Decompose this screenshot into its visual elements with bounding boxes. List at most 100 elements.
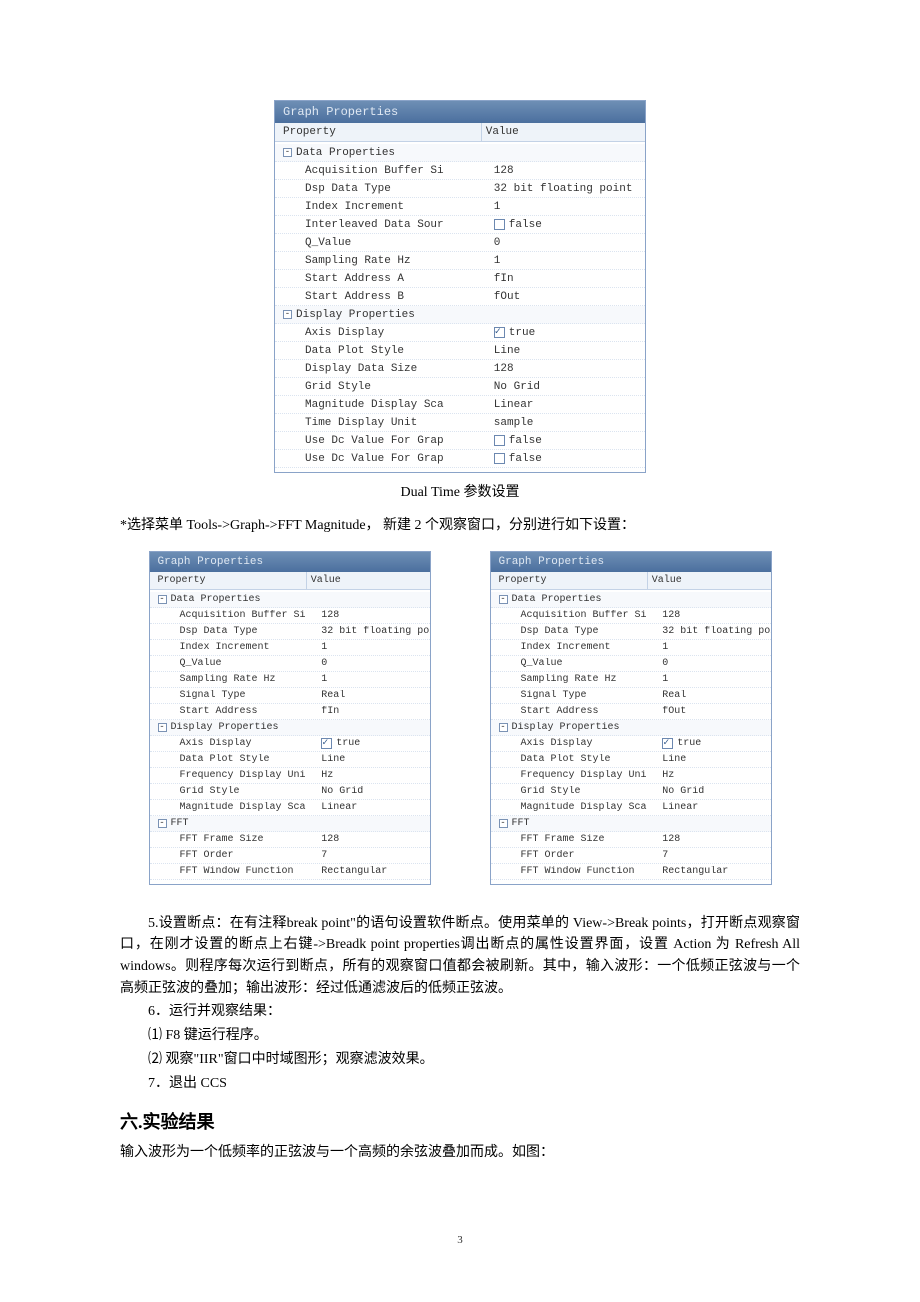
property-value[interactable]: true bbox=[490, 327, 645, 339]
property-row[interactable]: FFT Window FunctionRectangular bbox=[491, 864, 771, 880]
collapse-icon[interactable]: - bbox=[158, 595, 167, 604]
property-value[interactable]: Rectangular bbox=[658, 866, 770, 877]
property-group[interactable]: - FFT bbox=[150, 816, 430, 832]
property-row[interactable]: Axis Display true bbox=[275, 324, 645, 342]
checkbox[interactable] bbox=[494, 453, 505, 464]
property-value[interactable]: Linear bbox=[317, 802, 429, 813]
property-row[interactable]: FFT Frame Size128 bbox=[150, 832, 430, 848]
property-row[interactable]: Signal TypeReal bbox=[491, 688, 771, 704]
property-value[interactable]: Rectangular bbox=[317, 866, 429, 877]
property-row[interactable]: FFT Order7 bbox=[150, 848, 430, 864]
property-row[interactable]: Use Dc Value For Grap false bbox=[275, 450, 645, 468]
collapse-icon[interactable]: - bbox=[158, 819, 167, 828]
collapse-icon[interactable]: - bbox=[499, 819, 508, 828]
checkbox[interactable] bbox=[494, 219, 505, 230]
property-row[interactable]: Magnitude Display ScaLinear bbox=[150, 800, 430, 816]
property-value[interactable]: No Grid bbox=[317, 786, 429, 797]
checkbox[interactable] bbox=[662, 738, 673, 749]
property-value[interactable]: Real bbox=[658, 690, 770, 701]
property-row[interactable]: Sampling Rate Hz1 bbox=[491, 672, 771, 688]
property-row[interactable]: Frequency Display UniHz bbox=[491, 768, 771, 784]
property-row[interactable]: Dsp Data Type32 bit floating point bbox=[275, 180, 645, 198]
property-value[interactable]: 1 bbox=[658, 674, 770, 685]
property-row[interactable]: FFT Order7 bbox=[491, 848, 771, 864]
property-row[interactable]: Q_Value0 bbox=[150, 656, 430, 672]
checkbox[interactable] bbox=[321, 738, 332, 749]
property-value[interactable]: fIn bbox=[490, 273, 645, 285]
property-value[interactable]: Linear bbox=[658, 802, 770, 813]
property-row[interactable]: Start AddressfIn bbox=[150, 704, 430, 720]
property-group[interactable]: - Data Properties bbox=[491, 592, 771, 608]
collapse-icon[interactable]: - bbox=[283, 310, 292, 319]
property-row[interactable]: Data Plot StyleLine bbox=[275, 342, 645, 360]
property-row[interactable]: Display Data Size128 bbox=[275, 360, 645, 378]
property-value[interactable]: Line bbox=[317, 754, 429, 765]
property-row[interactable]: Acquisition Buffer Si128 bbox=[150, 608, 430, 624]
property-group[interactable]: - Display Properties bbox=[275, 306, 645, 324]
property-row[interactable]: Acquisition Buffer Si128 bbox=[491, 608, 771, 624]
property-row[interactable]: Frequency Display UniHz bbox=[150, 768, 430, 784]
property-value[interactable]: Hz bbox=[317, 770, 429, 781]
property-row[interactable]: Time Display Unitsample bbox=[275, 414, 645, 432]
property-row[interactable]: Dsp Data Type32 bit floating point bbox=[150, 624, 430, 640]
property-value[interactable]: 7 bbox=[658, 850, 770, 861]
property-row[interactable]: Grid StyleNo Grid bbox=[491, 784, 771, 800]
property-group[interactable]: - Display Properties bbox=[491, 720, 771, 736]
property-row[interactable]: Start Address BfOut bbox=[275, 288, 645, 306]
property-value[interactable]: 32 bit floating point bbox=[490, 183, 645, 195]
property-group[interactable]: - Data Properties bbox=[150, 592, 430, 608]
property-value[interactable]: true bbox=[317, 738, 429, 749]
property-value[interactable]: Hz bbox=[658, 770, 770, 781]
property-row[interactable]: Signal TypeReal bbox=[150, 688, 430, 704]
property-row[interactable]: Axis Display true bbox=[150, 736, 430, 752]
property-value[interactable]: Line bbox=[490, 345, 645, 357]
property-value[interactable]: false bbox=[490, 453, 645, 465]
property-value[interactable]: true bbox=[658, 738, 770, 749]
property-value[interactable]: No Grid bbox=[490, 381, 645, 393]
property-value[interactable]: 0 bbox=[317, 658, 429, 669]
property-row[interactable]: Data Plot StyleLine bbox=[491, 752, 771, 768]
property-group[interactable]: - Data Properties bbox=[275, 144, 645, 162]
checkbox[interactable] bbox=[494, 435, 505, 446]
property-value[interactable]: 1 bbox=[317, 642, 429, 653]
property-value[interactable]: false bbox=[490, 219, 645, 231]
property-row[interactable]: Q_Value0 bbox=[275, 234, 645, 252]
property-value[interactable]: false bbox=[490, 435, 645, 447]
property-value[interactable]: 7 bbox=[317, 850, 429, 861]
property-row[interactable]: Grid StyleNo Grid bbox=[275, 378, 645, 396]
property-value[interactable]: 1 bbox=[317, 674, 429, 685]
property-row[interactable]: Grid StyleNo Grid bbox=[150, 784, 430, 800]
property-value[interactable]: Line bbox=[658, 754, 770, 765]
checkbox[interactable] bbox=[494, 327, 505, 338]
property-value[interactable]: 128 bbox=[490, 363, 645, 375]
property-value[interactable]: 32 bit floating point bbox=[658, 626, 770, 637]
collapse-icon[interactable]: - bbox=[499, 723, 508, 732]
property-row[interactable]: Axis Display true bbox=[491, 736, 771, 752]
property-value[interactable]: fIn bbox=[317, 706, 429, 717]
collapse-icon[interactable]: - bbox=[283, 148, 292, 157]
collapse-icon[interactable]: - bbox=[158, 723, 167, 732]
property-value[interactable]: 0 bbox=[490, 237, 645, 249]
property-row[interactable]: Interleaved Data Sour false bbox=[275, 216, 645, 234]
property-row[interactable]: Index Increment1 bbox=[275, 198, 645, 216]
property-value[interactable]: 128 bbox=[490, 165, 645, 177]
property-value[interactable]: 32 bit floating point bbox=[317, 626, 429, 637]
property-row[interactable]: Index Increment1 bbox=[491, 640, 771, 656]
property-group[interactable]: - FFT bbox=[491, 816, 771, 832]
property-value[interactable]: 128 bbox=[658, 834, 770, 845]
property-row[interactable]: Magnitude Display ScaLinear bbox=[491, 800, 771, 816]
property-value[interactable]: 128 bbox=[317, 610, 429, 621]
property-row[interactable]: FFT Frame Size128 bbox=[491, 832, 771, 848]
property-row[interactable]: FFT Window FunctionRectangular bbox=[150, 864, 430, 880]
property-value[interactable]: No Grid bbox=[658, 786, 770, 797]
property-value[interactable]: sample bbox=[490, 417, 645, 429]
property-row[interactable]: Sampling Rate Hz1 bbox=[150, 672, 430, 688]
property-value[interactable]: 1 bbox=[658, 642, 770, 653]
property-value[interactable]: 128 bbox=[658, 610, 770, 621]
property-value[interactable]: 128 bbox=[317, 834, 429, 845]
property-value[interactable]: 1 bbox=[490, 201, 645, 213]
property-row[interactable]: Magnitude Display ScaLinear bbox=[275, 396, 645, 414]
property-value[interactable]: 0 bbox=[658, 658, 770, 669]
property-row[interactable]: Start AddressfOut bbox=[491, 704, 771, 720]
property-row[interactable]: Data Plot StyleLine bbox=[150, 752, 430, 768]
